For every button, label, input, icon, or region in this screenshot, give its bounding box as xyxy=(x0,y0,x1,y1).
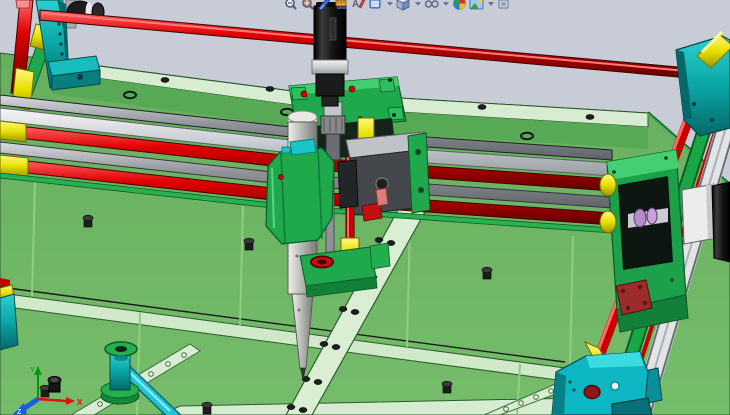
right-motor xyxy=(712,182,730,262)
section-view-icon[interactable] xyxy=(317,0,332,11)
triad-z-label: Z xyxy=(17,409,22,415)
dropdown-caret[interactable] xyxy=(385,0,394,11)
bracket-hole xyxy=(584,386,600,399)
view-settings-icon[interactable] xyxy=(497,0,512,11)
dropdown-caret[interactable] xyxy=(441,0,450,11)
rod-flange xyxy=(616,280,652,315)
model-scene[interactable]: Y X Z xyxy=(0,0,730,415)
triad-x-label: X xyxy=(77,398,83,407)
bushing-b-right xyxy=(600,211,616,233)
top-right-bracket xyxy=(676,32,730,136)
zoom-to-fit-icon[interactable] xyxy=(283,0,298,11)
dropdown-caret[interactable] xyxy=(486,0,495,11)
collar-clamp xyxy=(290,139,316,155)
annotations-icon[interactable]: A xyxy=(351,0,366,11)
zoom-to-area-icon[interactable] xyxy=(300,0,315,11)
rod-end-cap xyxy=(16,0,30,8)
measure-icon[interactable] xyxy=(334,0,349,11)
edit-appearance-icon[interactable] xyxy=(452,0,467,11)
dropdown-caret[interactable] xyxy=(413,0,422,11)
bolt-near-triad xyxy=(48,377,61,393)
heads-up-toolbar: A xyxy=(283,0,512,11)
bushing-a-left xyxy=(0,121,26,142)
stepper-motor-vertical xyxy=(312,2,348,106)
hide-show-items-icon[interactable] xyxy=(424,0,439,11)
svg-text:A: A xyxy=(352,0,359,10)
apply-scene-icon[interactable] xyxy=(469,0,484,11)
view-orientation-icon[interactable] xyxy=(368,0,383,11)
cad-viewport[interactable]: Y X Z A xyxy=(0,0,730,415)
shaft-coupling-right xyxy=(634,209,646,227)
triad-y-label: Y xyxy=(30,367,35,374)
display-style-icon[interactable] xyxy=(396,0,411,11)
motor-band xyxy=(312,60,348,74)
bushing-a-right xyxy=(600,174,616,196)
